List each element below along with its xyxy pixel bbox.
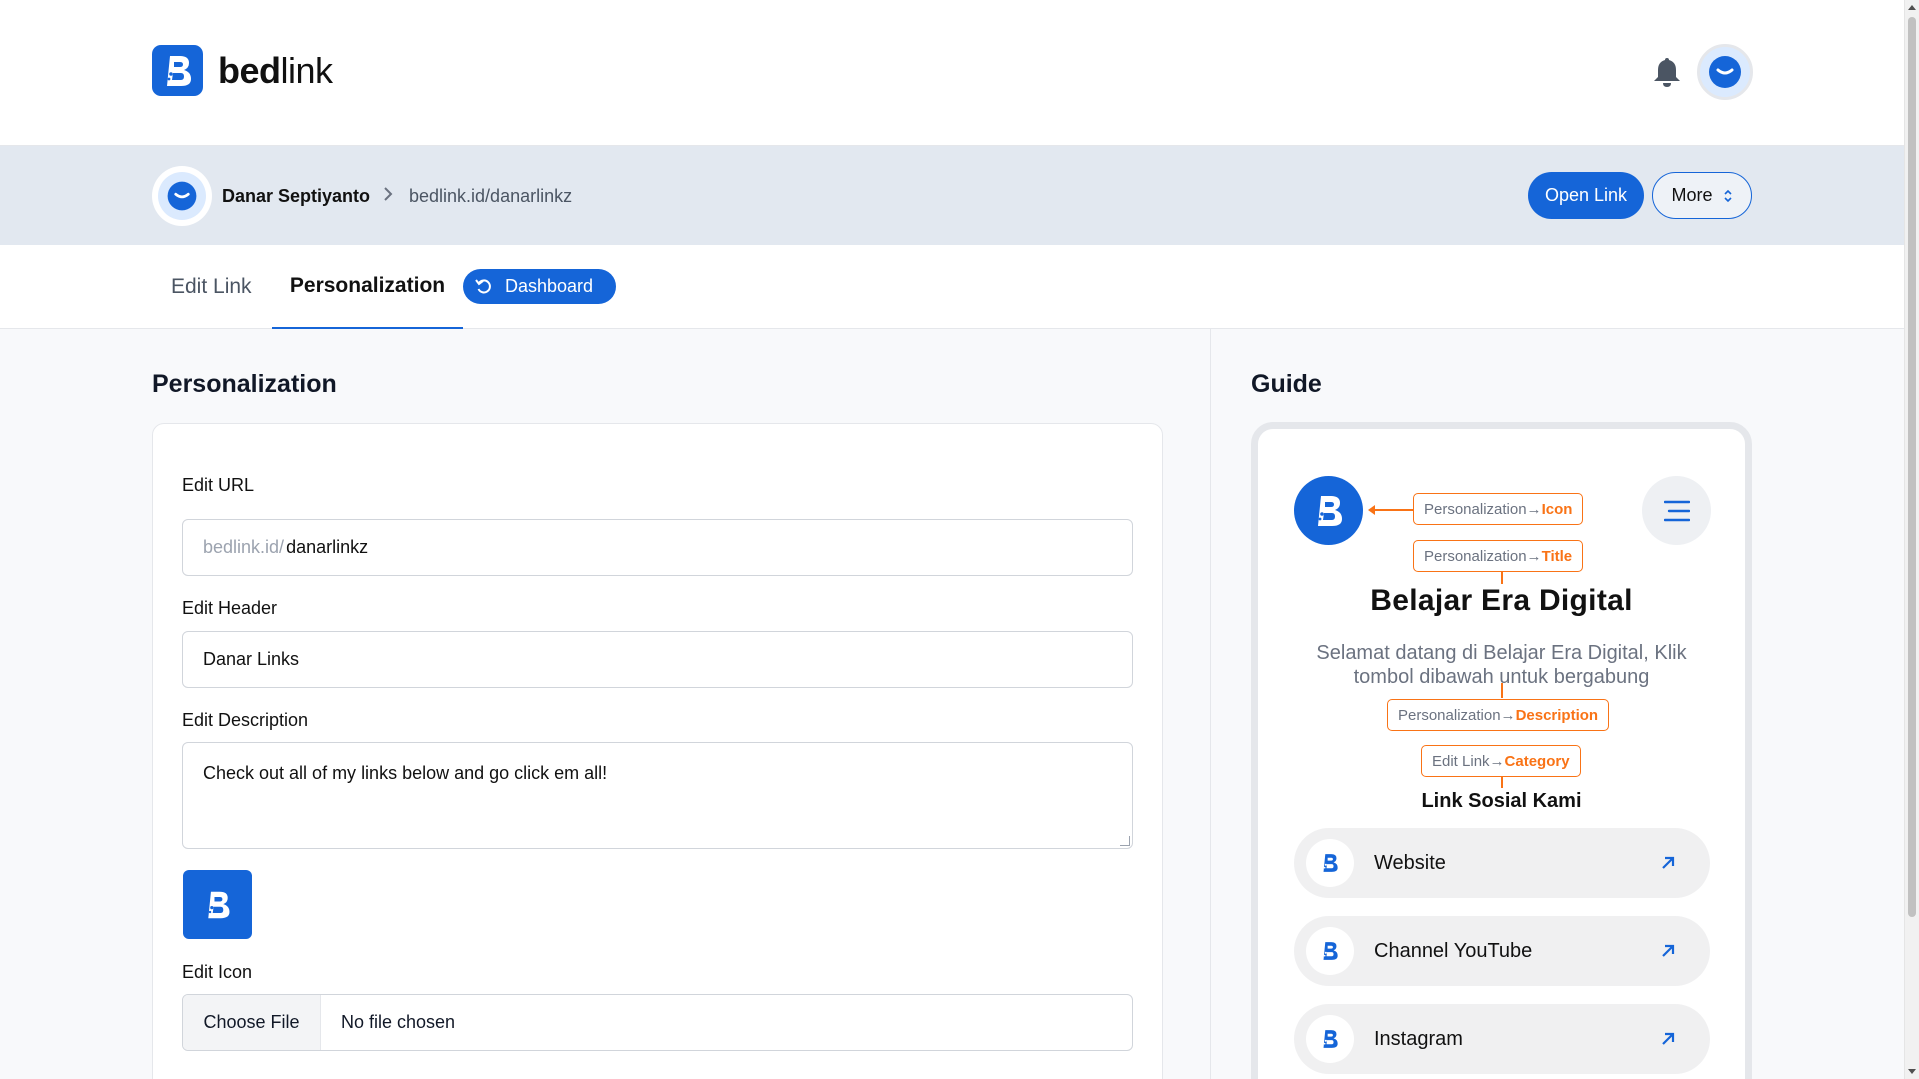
dashboard-button[interactable]: Dashboard xyxy=(463,269,616,304)
guide-category-title: Link Sosial Kami xyxy=(1421,790,1582,812)
resize-handle-icon[interactable] xyxy=(1120,836,1130,846)
guide-link-item: Website xyxy=(1294,828,1710,898)
tab-personalization[interactable]: Personalization xyxy=(272,245,463,329)
user-avatar[interactable] xyxy=(1697,44,1753,100)
guide-logo-icon xyxy=(1294,476,1363,545)
edit-description-textarea[interactable]: Check out all of my links below and go c… xyxy=(182,742,1133,849)
external-arrow-icon xyxy=(1662,944,1675,957)
icon-pointer-arrow-icon xyxy=(1368,505,1375,515)
tag-edit-link-category: Edit Link→ Category xyxy=(1421,745,1581,777)
open-link-button[interactable]: Open Link xyxy=(1528,172,1644,219)
section-title-guide: Guide xyxy=(1251,370,1322,398)
guide-link-item: Channel YouTube xyxy=(1294,916,1710,986)
tag-personalization-icon: Personalization→ Icon xyxy=(1413,493,1584,525)
back-arrow-icon xyxy=(475,278,491,293)
notification-bell-icon[interactable] xyxy=(1652,56,1682,88)
description-value: Check out all of my links below and go c… xyxy=(203,763,608,783)
vertical-scrollbar[interactable] xyxy=(1904,0,1919,1079)
more-label: More xyxy=(1671,185,1713,205)
bedlink-logo-icon xyxy=(1306,839,1354,887)
edit-icon-file-input[interactable]: Choose File No file chosen xyxy=(182,994,1133,1051)
section-title-personalization: Personalization xyxy=(152,370,337,398)
scroll-up-icon[interactable] xyxy=(1908,5,1916,10)
guide-page-description: Selamat datang di Belajar Era Digital, K… xyxy=(1316,642,1687,688)
tab-bar: Edit Link Personalization Dashboard xyxy=(0,245,1904,329)
category-pointer-line xyxy=(1501,776,1503,788)
brand-logo[interactable]: bedlink xyxy=(152,45,333,96)
bedlink-logo-icon xyxy=(1306,1015,1354,1063)
scrollbar-thumb[interactable] xyxy=(1908,17,1916,917)
guide-link-label: Channel YouTube xyxy=(1374,939,1533,962)
updown-chevron-icon xyxy=(1723,189,1732,202)
guide-menu-icon xyxy=(1642,476,1711,545)
profile-breadcrumb-bar: Danar Septiyanto bedlink.id/danarlinkz O… xyxy=(0,146,1904,245)
tag-personalization-description: Personalization→ Description xyxy=(1387,699,1610,731)
edit-url-field[interactable]: bedlink.id/ danarlinkz xyxy=(182,519,1133,576)
guide-page-title: Belajar Era Digital xyxy=(1370,584,1633,617)
bedlink-logo-icon xyxy=(152,45,203,96)
title-pointer-line xyxy=(1501,572,1503,584)
icon-pointer-line xyxy=(1372,509,1414,511)
guide-link-label: Instagram xyxy=(1374,1027,1463,1050)
edit-header-label: Edit Header xyxy=(182,598,278,618)
header-value: Danar Links xyxy=(203,649,300,669)
profile-name: Danar Septiyanto xyxy=(222,186,371,206)
icon-preview xyxy=(183,870,252,939)
dashboard-label: Dashboard xyxy=(505,276,594,296)
top-navbar: bedlink xyxy=(0,0,1904,146)
guide-link-item: Instagram xyxy=(1294,1004,1710,1074)
chevron-right-icon xyxy=(382,184,394,210)
tag-personalization-title: Personalization→ Title xyxy=(1413,540,1584,572)
column-divider xyxy=(1210,329,1211,1079)
profile-avatar xyxy=(152,166,212,226)
guide-link-label: Website xyxy=(1374,851,1446,874)
scroll-down-icon[interactable] xyxy=(1908,1069,1916,1074)
url-value: danarlinkz xyxy=(286,537,369,557)
external-arrow-icon xyxy=(1662,1032,1675,1045)
bedlink-logo-icon xyxy=(1306,927,1354,975)
no-file-text: No file chosen xyxy=(341,1012,456,1032)
edit-icon-label: Edit Icon xyxy=(182,962,253,982)
profile-link[interactable]: bedlink.id/danarlinkz xyxy=(409,186,572,207)
choose-file-button[interactable]: Choose File xyxy=(183,995,321,1050)
edit-url-label: Edit URL xyxy=(182,475,255,495)
edit-description-label: Edit Description xyxy=(182,710,309,730)
brand-wordmark: bedlink xyxy=(218,49,333,91)
url-prefix: bedlink.id/ xyxy=(203,537,285,557)
external-arrow-icon xyxy=(1662,856,1675,869)
more-dropdown-button[interactable]: More xyxy=(1652,172,1752,219)
tab-edit-link[interactable]: Edit Link xyxy=(171,275,252,299)
edit-header-field[interactable]: Danar Links xyxy=(182,631,1133,688)
